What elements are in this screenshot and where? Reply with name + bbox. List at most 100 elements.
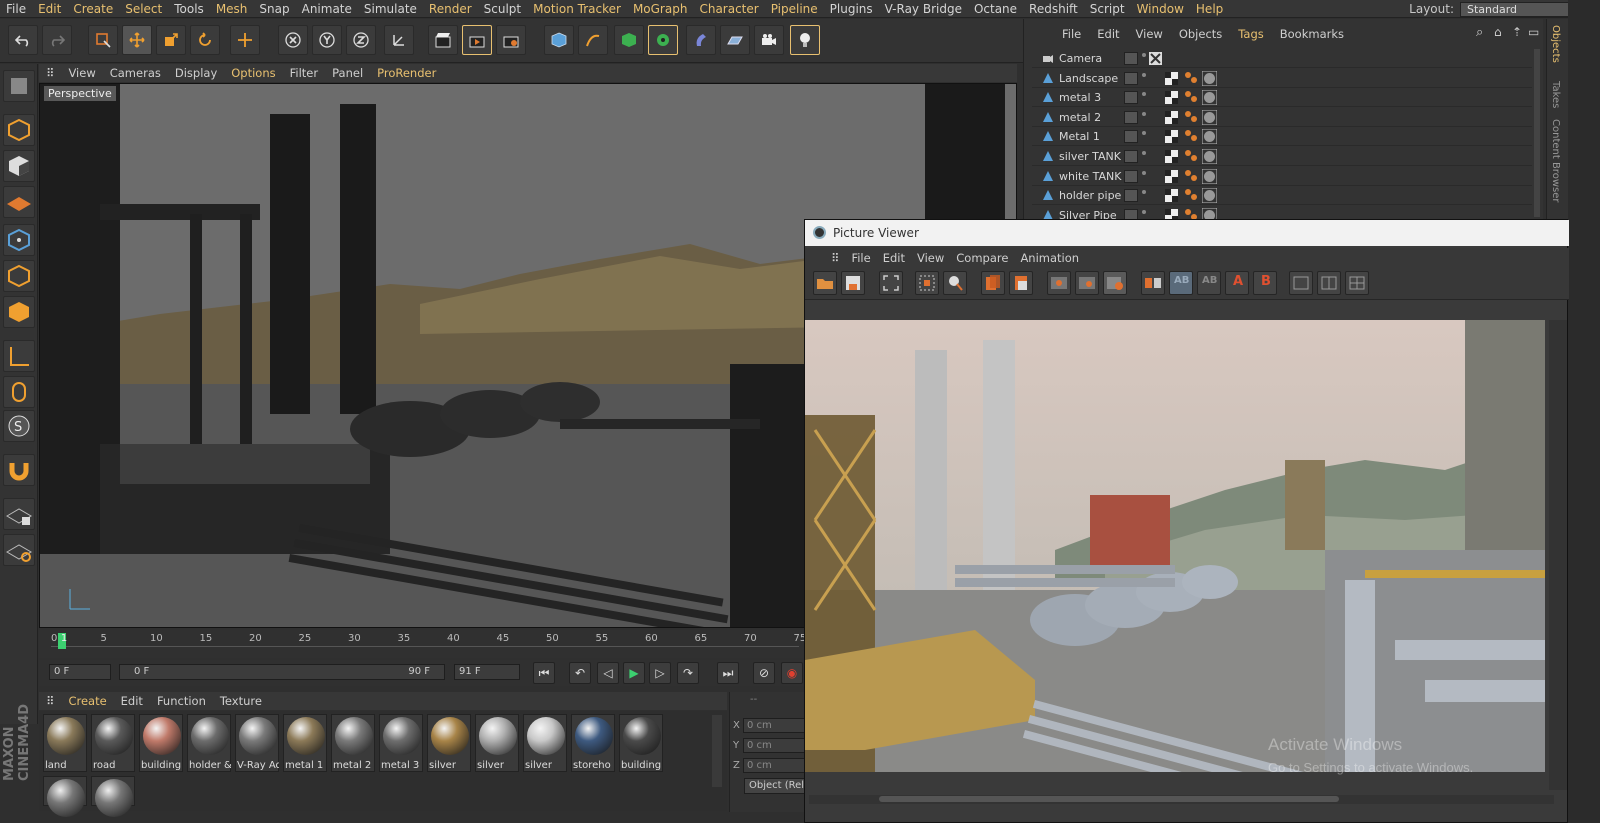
set-b-button[interactable]: B bbox=[1253, 271, 1277, 295]
side-tab-takes[interactable]: Takes bbox=[1550, 81, 1561, 108]
object-row[interactable]: white TANK bbox=[1032, 167, 1532, 186]
menu-help[interactable]: Help bbox=[1190, 2, 1229, 16]
object-list-scrollbar[interactable] bbox=[1534, 49, 1540, 217]
material-thumbnail[interactable]: building bbox=[139, 714, 183, 772]
uvw-tag-icon[interactable] bbox=[1164, 110, 1179, 125]
keyframe-selection-button[interactable]: ⊘ bbox=[753, 662, 775, 684]
material-thumbnail[interactable] bbox=[91, 776, 135, 817]
menu-plugins[interactable]: Plugins bbox=[824, 2, 879, 16]
edge-mode-button[interactable] bbox=[3, 260, 35, 292]
object-row[interactable]: Landscape bbox=[1032, 69, 1532, 88]
side-tab-objects[interactable]: Objects bbox=[1550, 25, 1561, 63]
object-row[interactable]: Camera bbox=[1032, 49, 1532, 68]
material-thumbnail[interactable]: silver bbox=[427, 714, 471, 772]
record-button[interactable]: ◉ bbox=[781, 662, 803, 684]
previous-key-button[interactable]: ↶ bbox=[569, 662, 591, 684]
save-image-button[interactable] bbox=[841, 271, 865, 295]
object-menu-objects[interactable]: Objects bbox=[1171, 27, 1230, 41]
uvw-tag-icon[interactable] bbox=[1164, 71, 1179, 86]
next-frame-button[interactable]: ▷ bbox=[649, 662, 671, 684]
mograph-cloner-button[interactable] bbox=[648, 25, 678, 55]
material-menu-edit[interactable]: Edit bbox=[114, 694, 150, 708]
picture-viewer-menu-animation[interactable]: Animation bbox=[1014, 251, 1085, 265]
make-editable-button[interactable] bbox=[3, 70, 35, 102]
menu-pipeline[interactable]: Pipeline bbox=[765, 2, 824, 16]
y-axis-button[interactable] bbox=[312, 25, 342, 55]
phong-tag-icon[interactable] bbox=[1184, 129, 1199, 144]
picture-viewer-menu-file[interactable]: File bbox=[845, 251, 876, 265]
object-row[interactable]: holder pipe bbox=[1032, 186, 1532, 206]
swap-ab-button[interactable]: AB bbox=[1197, 271, 1221, 295]
render-settings-button[interactable] bbox=[496, 25, 526, 55]
material-tag-icon[interactable] bbox=[1201, 109, 1218, 126]
viewport-menu-display[interactable]: Display bbox=[168, 66, 224, 80]
object-render-dot[interactable] bbox=[1142, 151, 1146, 155]
object-render-dot[interactable] bbox=[1142, 190, 1146, 195]
object-row[interactable]: Metal 1 bbox=[1032, 127, 1532, 147]
object-menu-tags[interactable]: Tags bbox=[1230, 27, 1271, 41]
picture-viewer-menu-view[interactable]: View bbox=[911, 251, 950, 265]
material-menu-function[interactable]: Function bbox=[150, 694, 213, 708]
z-axis-button[interactable] bbox=[346, 25, 376, 55]
play-button[interactable]: ▶ bbox=[623, 662, 645, 684]
phong-tag-icon[interactable] bbox=[1184, 149, 1199, 164]
menu-octane[interactable]: Octane bbox=[968, 2, 1023, 16]
viewport-menu-cameras[interactable]: Cameras bbox=[103, 66, 168, 80]
uvw-tag-icon[interactable] bbox=[1164, 90, 1179, 105]
object-row[interactable]: silver TANK bbox=[1032, 147, 1532, 166]
material-thumbnail[interactable]: metal 2 bbox=[331, 714, 375, 772]
viewport-menu-filter[interactable]: Filter bbox=[283, 66, 325, 80]
move-button[interactable] bbox=[122, 25, 152, 55]
phong-tag-icon[interactable] bbox=[1184, 188, 1199, 203]
viewport-menu-view[interactable]: View bbox=[61, 66, 102, 80]
object-menu-file[interactable]: File bbox=[1054, 27, 1089, 41]
polygon-mode-button[interactable] bbox=[3, 296, 35, 328]
object-visibility-toggle[interactable] bbox=[1124, 91, 1138, 105]
menu-window[interactable]: Window bbox=[1131, 2, 1190, 16]
menu-mograph[interactable]: MoGraph bbox=[627, 2, 694, 16]
camera-button[interactable] bbox=[754, 25, 784, 55]
layout-view-1-button[interactable] bbox=[1289, 271, 1313, 295]
menu-mesh[interactable]: Mesh bbox=[210, 2, 254, 16]
menu-animate[interactable]: Animate bbox=[296, 2, 358, 16]
menu-create[interactable]: Create bbox=[67, 2, 119, 16]
menu-file[interactable]: File bbox=[0, 2, 32, 16]
object-render-dot[interactable] bbox=[1142, 170, 1146, 175]
menu-motion-tracker[interactable]: Motion Tracker bbox=[527, 2, 627, 16]
object-menu-bookmarks[interactable]: Bookmarks bbox=[1272, 27, 1352, 41]
coord-z-field[interactable]: 0 cm bbox=[743, 758, 805, 773]
menu-character[interactable]: Character bbox=[693, 2, 764, 16]
solo-button[interactable]: S bbox=[3, 410, 35, 442]
material-thumbnail[interactable]: road bbox=[91, 714, 135, 772]
object-render-dot[interactable] bbox=[1142, 111, 1146, 116]
material-thumbnail[interactable]: holder & bbox=[187, 714, 231, 772]
menu-script[interactable]: Script bbox=[1084, 2, 1131, 16]
add-spline-button[interactable] bbox=[578, 25, 608, 55]
snap-button[interactable] bbox=[3, 454, 35, 486]
menu-snap[interactable]: Snap bbox=[253, 2, 295, 16]
object-manager-up-icon[interactable]: ⇡ bbox=[1512, 25, 1522, 39]
phong-tag-icon[interactable] bbox=[1184, 169, 1199, 184]
axis-mode-button[interactable] bbox=[3, 340, 35, 372]
open-image-button[interactable] bbox=[813, 271, 837, 295]
timeline-ruler[interactable]: 0 1 5 10 15 20 25 30 35 40 45 50 55 60 65 70 75 bbox=[39, 630, 809, 658]
layout-view-2-button[interactable] bbox=[1317, 271, 1341, 295]
viewport-menu-options[interactable]: Options bbox=[224, 66, 282, 80]
material-tag-icon[interactable] bbox=[1201, 148, 1218, 165]
phong-tag-icon[interactable] bbox=[1184, 110, 1199, 125]
material-tag-icon[interactable] bbox=[1201, 70, 1218, 87]
object-visibility-toggle[interactable] bbox=[1124, 150, 1138, 163]
material-thumbnail[interactable]: building bbox=[619, 714, 663, 772]
view-full-button[interactable] bbox=[1047, 271, 1071, 295]
menu-edit[interactable]: Edit bbox=[32, 2, 67, 16]
coordinate-system-button[interactable] bbox=[384, 25, 414, 55]
material-tag-icon[interactable] bbox=[1201, 168, 1218, 185]
x-axis-button[interactable] bbox=[278, 25, 308, 55]
object-manager-search-icon[interactable]: ⌕ bbox=[1476, 25, 1483, 40]
object-visibility-toggle[interactable] bbox=[1124, 52, 1138, 65]
view-settings-button[interactable] bbox=[1103, 271, 1127, 295]
paste-image-button[interactable] bbox=[1009, 271, 1033, 295]
object-menu-view[interactable]: View bbox=[1128, 27, 1171, 41]
object-render-dot[interactable] bbox=[1142, 72, 1146, 77]
zoom-fit-button[interactable] bbox=[879, 271, 903, 295]
